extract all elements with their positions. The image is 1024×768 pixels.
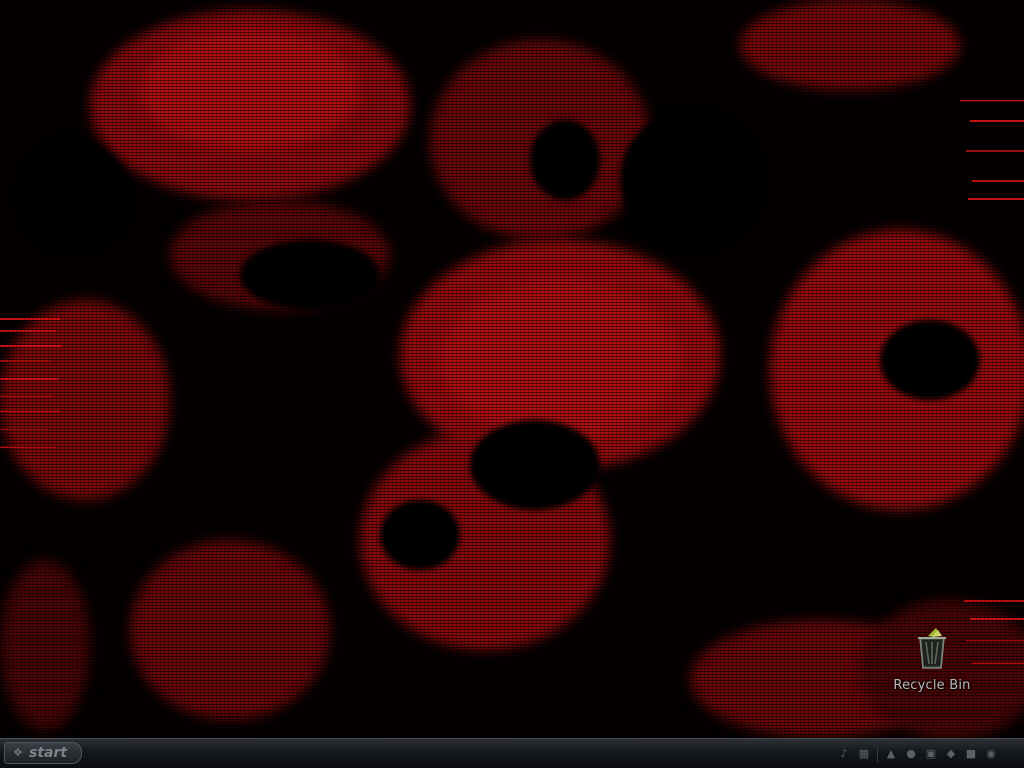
desktop-icon-recycle-bin[interactable]: Recycle Bin	[880, 620, 984, 710]
usb-icon[interactable]: ■	[964, 747, 978, 761]
power-icon[interactable]: ●	[904, 747, 918, 761]
antivirus-icon[interactable]: ◉	[984, 747, 998, 761]
start-label: start	[29, 745, 68, 761]
desktop-icon-label: Recycle Bin	[893, 678, 971, 693]
tray-divider	[877, 745, 878, 762]
start-button[interactable]: ❖ start	[4, 742, 82, 764]
shield-icon[interactable]: ▲	[884, 747, 898, 761]
taskbar: ❖ start ♪ ▦ ▲ ● ▣ ◆ ■ ◉	[0, 738, 1024, 768]
network-icon[interactable]: ▦	[857, 747, 871, 761]
bluetooth-icon[interactable]: ◆	[944, 747, 958, 761]
chat-icon[interactable]: ▣	[924, 747, 938, 761]
system-tray: ♪ ▦ ▲ ● ▣ ◆ ■ ◉	[686, 739, 1024, 768]
windows-flag-icon: ❖	[13, 746, 23, 759]
speaker-icon[interactable]: ♪	[837, 747, 851, 761]
recycle-bin-icon	[918, 628, 946, 669]
desktop: Recycle Bin	[0, 0, 1024, 738]
